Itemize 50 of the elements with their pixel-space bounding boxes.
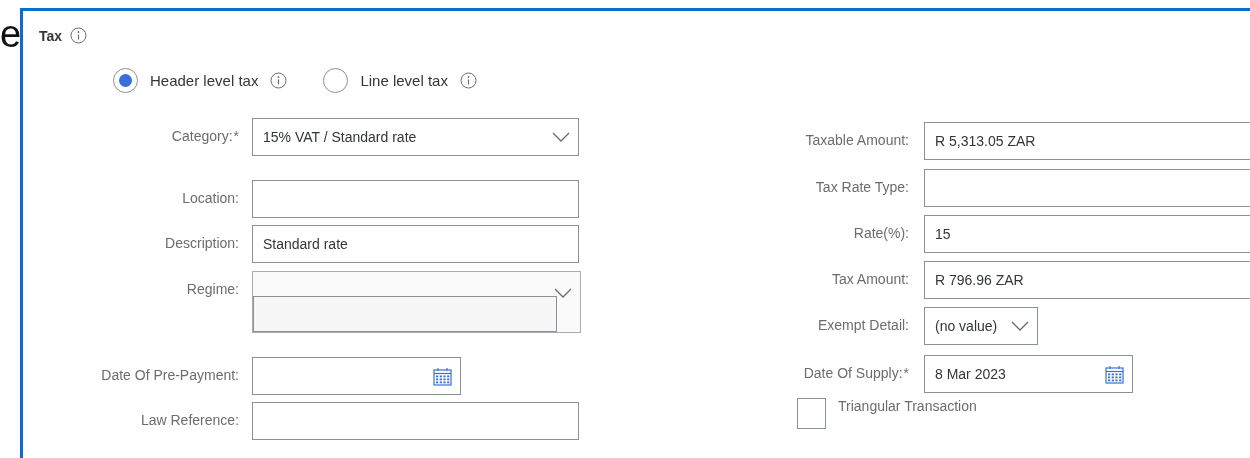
field-value: 15% VAT / Standard rate [263, 129, 417, 145]
text-field[interactable]: R 5,313.05 ZAR [924, 122, 1250, 160]
field-label: Taxable Amount: [805, 132, 909, 148]
field-value: 15 [935, 226, 951, 242]
checkbox[interactable] [797, 398, 826, 429]
required-mark: * [233, 128, 239, 144]
text-field[interactable] [253, 296, 557, 332]
field-label: Exempt Detail: [817, 317, 909, 333]
field-label: Rate(%): [853, 225, 909, 241]
field-value: Standard rate [263, 236, 348, 252]
date-field[interactable]: 8 Mar 2023 [924, 355, 1133, 393]
date-field[interactable] [252, 357, 461, 395]
field-label: Tax Amount: [831, 271, 909, 287]
info-icon[interactable] [70, 27, 88, 44]
chevron-down-icon [1011, 321, 1029, 331]
field-value: 8 Mar 2023 [935, 366, 1006, 382]
chevron-down-icon [554, 288, 572, 298]
dropdown-field[interactable] [252, 271, 581, 333]
text-field[interactable]: R 796.96 ZAR [924, 261, 1250, 299]
field-label: Location: [182, 190, 239, 206]
radio-label[interactable]: Line level tax [360, 72, 448, 89]
checkbox-label[interactable]: Triangular Transaction [838, 398, 977, 414]
radio-button[interactable] [323, 68, 349, 93]
text-field[interactable] [924, 169, 1250, 207]
field-value: R 796.96 ZAR [935, 272, 1024, 288]
text-field[interactable] [252, 180, 579, 218]
field-label: Tax Rate Type: [815, 179, 909, 195]
chevron-down-icon [552, 132, 570, 142]
required-mark: * [903, 365, 909, 381]
text-field[interactable] [252, 402, 579, 440]
field-label: Category: [171, 128, 233, 144]
text-field[interactable]: Standard rate [252, 225, 579, 263]
field-label: Law Reference: [140, 412, 239, 428]
info-icon[interactable] [459, 72, 477, 89]
section-title: Tax [39, 27, 63, 44]
field-label: Regime: [186, 281, 239, 297]
calendar-icon[interactable] [433, 366, 452, 386]
text-field[interactable]: 15 [924, 215, 1250, 253]
field-value: (no value) [935, 318, 998, 334]
radio-label[interactable]: Header level tax [150, 72, 259, 89]
field-label: Date Of Pre-Payment: [101, 367, 239, 383]
dropdown-field[interactable]: 15% VAT / Standard rate [252, 118, 579, 156]
field-label: Date Of Supply: [803, 365, 903, 381]
calendar-icon[interactable] [1105, 364, 1124, 384]
cut-off-text: e [0, 14, 20, 54]
info-icon[interactable] [270, 72, 288, 89]
dropdown-field[interactable]: (no value) [924, 307, 1038, 345]
radio-button[interactable] [113, 68, 138, 93]
field-label: Description: [165, 235, 239, 251]
field-value: R 5,313.05 ZAR [935, 133, 1036, 149]
